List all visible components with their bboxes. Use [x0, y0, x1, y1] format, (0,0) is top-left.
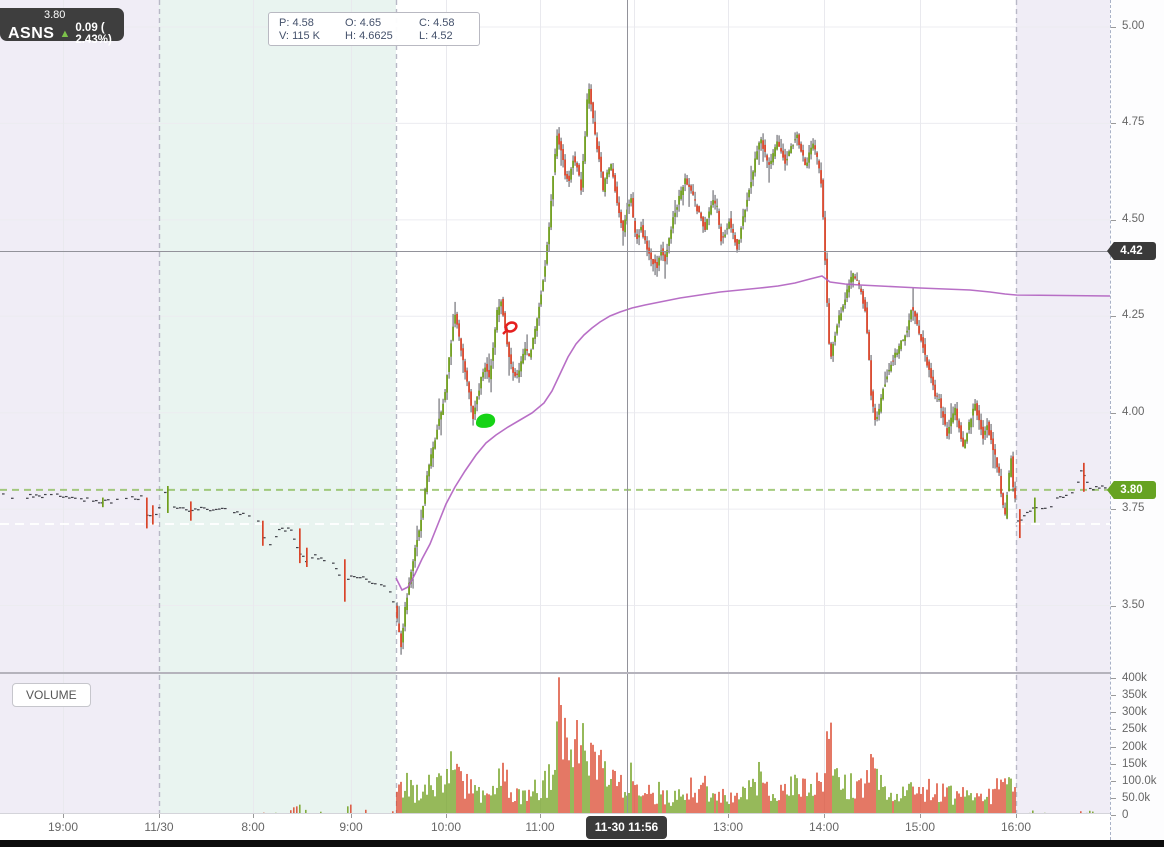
price-axis-label: 4.75	[1122, 116, 1145, 129]
volume-axis-label: 150k	[1122, 757, 1147, 770]
time-axis-tick	[540, 814, 541, 818]
time-axis-label: 10:00	[430, 820, 462, 834]
volume-axis-label: 250k	[1122, 723, 1147, 736]
price-level-lines	[0, 488, 1110, 525]
info-volume: V: 115 K	[279, 29, 320, 42]
up-arrow-icon: ▲	[59, 27, 71, 40]
time-axis-label: 8:00	[241, 820, 265, 834]
volume-axis-label: 0	[1122, 809, 1129, 821]
price-axis-tick	[1111, 412, 1116, 414]
ticker-symbol: ASNS	[8, 25, 55, 42]
crosshair-price-badge: 4.42	[1107, 242, 1156, 260]
volume-axis-tick	[1111, 746, 1116, 748]
volume-axis-label: 350k	[1122, 689, 1147, 702]
vwap-line	[395, 275, 1110, 592]
price-axis-label: 4.00	[1122, 405, 1145, 418]
time-axis[interactable]: 11-30 11:56 19:00 11/30 8:00 9:00 10:00 11:00…	[0, 813, 1164, 841]
gridlines-layer	[0, 0, 1110, 813]
volume-axis-tick	[1111, 678, 1116, 679]
crosshair-layer	[0, 0, 1110, 813]
afterhours-marks-layer	[1017, 462, 1107, 813]
volume-axis-label: 400k	[1122, 672, 1147, 684]
ohlc-info-box: P: 4.58 O: 4.65 C: 4.58 V: 115 K H: 4.66…	[268, 12, 480, 46]
time-axis-label: 11/30	[144, 820, 174, 834]
volume-axis-label: 300k	[1122, 706, 1147, 719]
time-axis-label: 13:00	[712, 820, 744, 834]
volume-axis-tick	[1111, 815, 1116, 816]
volume-axis-label: 50.0k	[1122, 791, 1151, 804]
info-high: H: 4.6625	[345, 29, 393, 42]
price-axis-tick	[1111, 123, 1116, 125]
time-axis-tick	[824, 814, 825, 818]
ticker-change: 0.09 ( 2.43%)	[75, 22, 112, 46]
time-axis-label: 14:00	[808, 820, 840, 834]
ticker-last-price: 3.80	[44, 9, 66, 21]
info-close: C: 4.58	[419, 16, 455, 29]
time-axis-label: 11:00	[525, 820, 555, 834]
time-axis-tick	[63, 814, 64, 818]
vwap-line-layer	[395, 275, 1110, 592]
price-axis[interactable]: 4.42 3.80 5.00 4.75 4.50 4.25 4.00 3.75 3.50 40…	[1107, 0, 1164, 840]
price-axis-tick	[1111, 605, 1116, 607]
price-axis-label: 3.50	[1122, 598, 1145, 611]
time-axis-tick	[351, 814, 352, 818]
price-axis-tick	[1111, 316, 1116, 318]
candlestick-chart-canvas[interactable]	[0, 0, 1110, 813]
buy-marker-icon	[475, 413, 496, 428]
sell-marker-icon	[504, 321, 518, 333]
price-axis-tick	[1111, 509, 1116, 511]
time-axis-label: 16:00	[1000, 820, 1032, 834]
price-axis-tick	[1111, 219, 1116, 221]
volume-axis-tick	[1111, 797, 1116, 799]
price-axis-tick	[1111, 27, 1116, 28]
info-low: L: 4.52	[419, 29, 453, 42]
premarket-marks-layer	[2, 485, 395, 813]
info-open-prev: P: 4.58	[279, 16, 314, 29]
volume-axis-tick	[1111, 780, 1116, 782]
time-axis-tick	[1016, 814, 1017, 818]
time-axis-tick	[728, 814, 729, 818]
volume-bars-layer	[396, 677, 1016, 813]
price-axis-label: 4.25	[1122, 309, 1145, 322]
volume-axis-label: 100.0k	[1122, 774, 1157, 787]
trading-chart-app: 3.80 ASNS ▲ 0.09 ( 2.43%) P: 4.58 O: 4.6…	[0, 0, 1164, 847]
price-axis-label: 5.00	[1122, 20, 1145, 32]
time-axis-tick	[446, 814, 447, 818]
last-price-badge: 3.80	[1107, 481, 1156, 499]
crosshair-time-badge: 11-30 11:56	[586, 816, 667, 839]
info-open: O: 4.65	[345, 16, 382, 29]
time-axis-label: 9:00	[339, 820, 363, 834]
volume-pane-label-button[interactable]: VOLUME	[12, 683, 91, 707]
volume-axis-tick	[1111, 763, 1116, 765]
time-axis-tick	[253, 814, 254, 818]
time-axis-label: 19:00	[47, 820, 79, 834]
pane-separator	[0, 672, 1110, 674]
time-axis-tick	[920, 814, 921, 818]
ticker-badge: 3.80 ASNS ▲ 0.09 ( 2.43%)	[0, 8, 124, 46]
time-axis-tick	[159, 814, 160, 818]
volume-axis-tick	[1111, 695, 1116, 697]
price-axis-label: 3.75	[1122, 502, 1145, 515]
bottom-bar	[0, 840, 1164, 847]
price-axis-label: 4.50	[1122, 212, 1145, 225]
volume-axis-tick	[1111, 712, 1116, 714]
time-axis-label: 15:00	[904, 820, 936, 834]
volume-axis-tick	[1111, 729, 1116, 731]
volume-axis-label: 200k	[1122, 740, 1147, 753]
candles-layer	[396, 83, 1016, 655]
